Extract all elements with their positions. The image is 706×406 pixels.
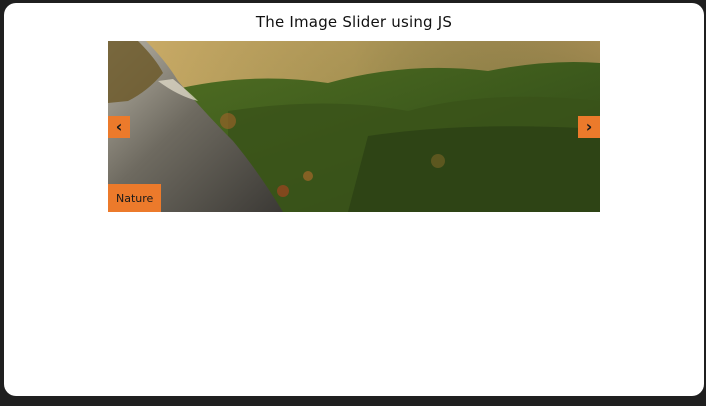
- chevron-left-icon: ‹: [115, 117, 123, 136]
- app-window: The Image Slider using JS ‹ › Nature: [4, 3, 704, 396]
- image-slider: ‹ › Nature: [108, 41, 600, 212]
- page-title: The Image Slider using JS: [255, 13, 453, 31]
- slide-image: [108, 41, 600, 212]
- next-slide-button[interactable]: ›: [578, 116, 600, 138]
- prev-slide-button[interactable]: ‹: [108, 116, 130, 138]
- chevron-right-icon: ›: [585, 117, 593, 136]
- slide-caption: Nature: [108, 184, 162, 212]
